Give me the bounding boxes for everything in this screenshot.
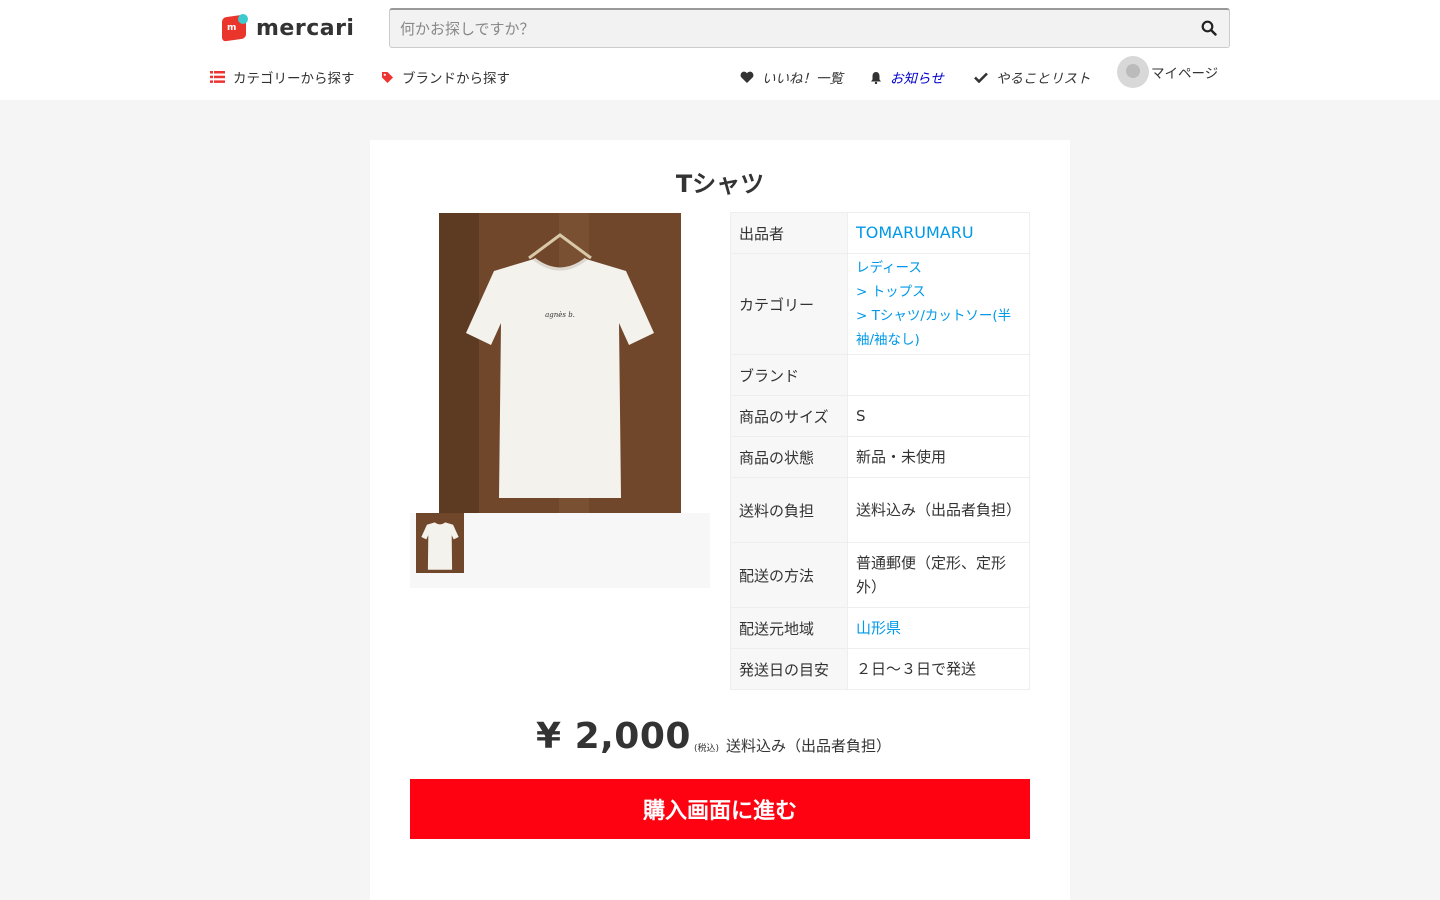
ship-days-label: 発送日の目安 bbox=[730, 648, 848, 690]
detail-row-brand: ブランド bbox=[730, 354, 1030, 396]
detail-row-ship-from: 配送元地域 山形県 bbox=[730, 607, 1030, 649]
detail-row-size: 商品のサイズ S bbox=[730, 395, 1030, 437]
main-photo[interactable]: agnès b. bbox=[439, 213, 681, 513]
thumbnail-strip bbox=[410, 513, 710, 588]
list-icon bbox=[210, 71, 225, 83]
detail-row-shipping-fee: 送料の負担 送料込み（出品者負担） bbox=[730, 477, 1030, 543]
detail-row-condition: 商品の状態 新品・未使用 bbox=[730, 436, 1030, 478]
item-card: Tシャツ agnès b. 出品者 TOMARUMARU カテゴリー レディース… bbox=[370, 140, 1070, 900]
seller-link[interactable]: TOMARUMARU bbox=[856, 223, 974, 242]
detail-row-ship-days: 発送日の目安 ２日〜３日で発送 bbox=[730, 648, 1030, 690]
category-link-ladies[interactable]: レディース bbox=[856, 260, 922, 276]
nav-category[interactable]: カテゴリーから探す bbox=[210, 66, 355, 88]
nav-notifications-label: お知らせ bbox=[890, 71, 944, 87]
condition-label: 商品の状態 bbox=[730, 436, 848, 478]
price-row: ¥ 2,000 (税込) 送料込み（出品者負担） bbox=[370, 716, 1070, 762]
photo-gallery: agnès b. bbox=[410, 213, 710, 588]
nav-brand[interactable]: ブランドから探す bbox=[381, 66, 510, 88]
heart-icon bbox=[740, 71, 754, 83]
size-value: S bbox=[847, 395, 1030, 437]
detail-row-shipping-method: 配送の方法 普通郵便（定形、定形外） bbox=[730, 542, 1030, 608]
nav-brand-label: ブランドから探す bbox=[402, 71, 510, 87]
item-price: ¥ 2,000 bbox=[536, 716, 691, 757]
detail-row-seller: 出品者 TOMARUMARU bbox=[730, 212, 1030, 254]
mercari-logo[interactable]: m mercari bbox=[222, 14, 354, 42]
size-label: 商品のサイズ bbox=[730, 395, 848, 437]
nav-mypage-label: マイページ bbox=[1151, 66, 1219, 82]
ship-from-label: 配送元地域 bbox=[730, 607, 848, 649]
ship-days-value: ２日〜３日で発送 bbox=[847, 648, 1030, 690]
condition-value: 新品・未使用 bbox=[847, 436, 1030, 478]
svg-text:agnès b.: agnès b. bbox=[545, 311, 575, 319]
detail-row-category: カテゴリー レディース > トップス > Tシャツ/カットソー(半袖/袖なし) bbox=[730, 253, 1030, 355]
nav-notifications[interactable]: お知らせ bbox=[870, 66, 944, 88]
nav-category-label: カテゴリーから探す bbox=[233, 71, 355, 87]
seller-label: 出品者 bbox=[730, 212, 848, 254]
search-input[interactable] bbox=[400, 17, 1180, 41]
nav-likes-label: いいね！一覧 bbox=[762, 71, 843, 87]
shipping-fee-label: 送料の負担 bbox=[730, 477, 848, 543]
bell-icon bbox=[871, 71, 881, 84]
brand-label: ブランド bbox=[730, 354, 848, 396]
site-header: m mercari カテゴリーから探す ブランドから探す いいね！一覧 bbox=[0, 0, 1440, 100]
brand-value bbox=[847, 354, 1030, 396]
nav-mypage[interactable]: マイページ bbox=[1117, 56, 1218, 88]
item-title: Tシャツ bbox=[675, 170, 765, 198]
shipping-method-label: 配送の方法 bbox=[730, 542, 848, 608]
category-label: カテゴリー bbox=[730, 253, 848, 355]
price-shipping-note: 送料込み（出品者負担） bbox=[726, 737, 892, 755]
ship-from-link[interactable]: 山形県 bbox=[856, 619, 901, 637]
search-box bbox=[389, 8, 1230, 48]
tag-icon bbox=[382, 71, 393, 83]
mercari-logo-icon: m bbox=[222, 14, 250, 42]
thumbnail-1[interactable] bbox=[416, 513, 464, 573]
shipping-fee-value: 送料込み（出品者負担） bbox=[847, 477, 1030, 543]
item-detail-table: 出品者 TOMARUMARU カテゴリー レディース > トップス > Tシャツ… bbox=[730, 212, 1030, 690]
nav-todo-label: やることリスト bbox=[996, 71, 1091, 87]
buy-button[interactable]: 購入画面に進む bbox=[410, 779, 1030, 839]
category-link-tshirt[interactable]: > Tシャツ/カットソー(半袖/袖なし) bbox=[856, 308, 1011, 348]
tshirt-image: agnès b. bbox=[439, 213, 681, 513]
avatar bbox=[1117, 56, 1149, 88]
nav-likes[interactable]: いいね！一覧 bbox=[740, 66, 843, 88]
shipping-method-value: 普通郵便（定形、定形外） bbox=[847, 542, 1030, 608]
search-icon[interactable] bbox=[1201, 20, 1217, 36]
nav-todo[interactable]: やることリスト bbox=[974, 66, 1091, 88]
tax-note: (税込) bbox=[694, 744, 720, 754]
check-icon bbox=[974, 72, 988, 83]
category-link-tops[interactable]: > トップス bbox=[856, 284, 926, 300]
logo-text: mercari bbox=[256, 15, 355, 41]
